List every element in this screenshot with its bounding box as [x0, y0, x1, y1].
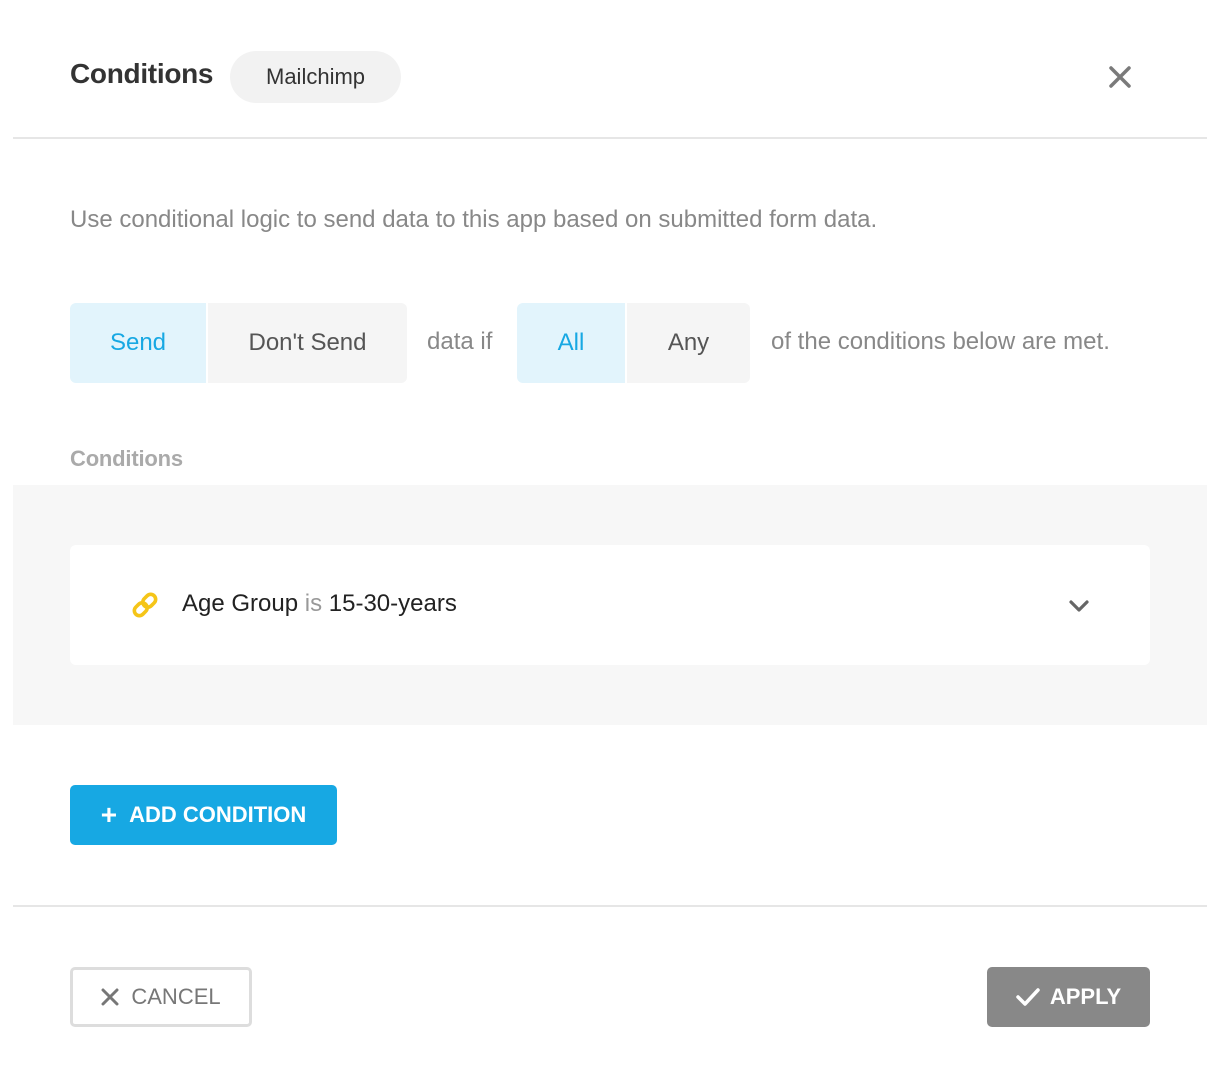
action-toggle: Send Don't Send	[70, 303, 407, 383]
any-option[interactable]: Any	[627, 303, 750, 383]
condition-operator: is	[304, 590, 323, 617]
conditions-list: Age Group is 15-30-years	[13, 485, 1207, 725]
modal-header: Conditions Mailchimp	[0, 0, 1220, 138]
cancel-button[interactable]: CANCEL	[70, 967, 252, 1027]
chevron-down-icon[interactable]	[1066, 593, 1092, 619]
apply-label: APPLY	[1049, 984, 1122, 1009]
condition-value: 15-30-years	[328, 590, 457, 617]
footer-divider	[13, 905, 1207, 907]
link-icon	[132, 592, 158, 618]
conditions-label: Conditions	[70, 446, 183, 471]
connector-text: data if	[427, 328, 493, 355]
plus-icon: +	[100, 799, 118, 830]
add-condition-label: ADD CONDITION	[129, 802, 307, 827]
description-text: Use conditional logic to send data to th…	[70, 206, 878, 233]
close-icon	[101, 988, 119, 1006]
trailing-text: of the conditions below are met.	[771, 328, 1110, 355]
modal-title: Conditions	[70, 58, 214, 89]
match-toggle: All Any	[517, 303, 750, 383]
condition-field: Age Group	[182, 590, 299, 617]
cancel-label: CANCEL	[131, 984, 221, 1009]
add-condition-button[interactable]: + ADD CONDITION	[70, 785, 337, 845]
close-icon	[1109, 66, 1131, 88]
close-button[interactable]	[1100, 57, 1140, 97]
check-icon	[1016, 988, 1040, 1006]
app-name-badge: Mailchimp	[230, 51, 402, 103]
dont-send-option[interactable]: Don't Send	[208, 303, 407, 383]
apply-button[interactable]: APPLY	[987, 967, 1150, 1027]
all-option[interactable]: All	[517, 303, 625, 383]
condition-summary: Age Group is 15-30-years	[182, 590, 457, 618]
send-option[interactable]: Send	[70, 303, 206, 383]
condition-item[interactable]: Age Group is 15-30-years	[70, 545, 1150, 665]
header-divider	[13, 137, 1207, 139]
